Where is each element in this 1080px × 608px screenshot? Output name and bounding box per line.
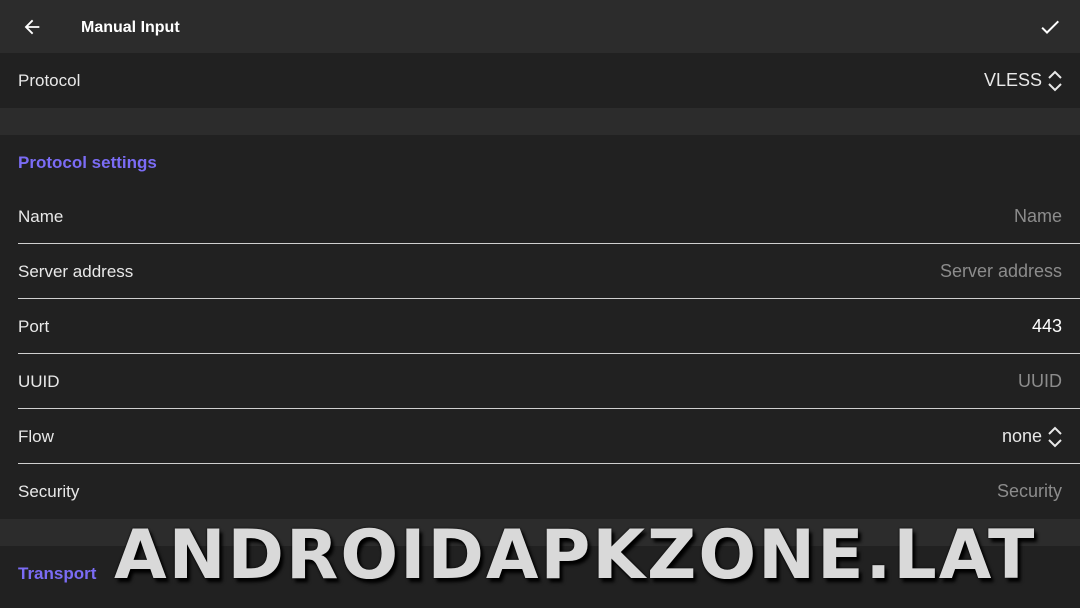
uuid-row[interactable]: UUID UUID [0,354,1080,409]
port-label: Port [18,317,50,336]
security-label: Security [18,482,80,501]
section-gap [0,519,1080,546]
back-button[interactable] [14,9,50,45]
protocol-value: VLESS [983,70,1042,90]
name-label: Name [18,207,64,226]
transport-header: Transport [0,546,1080,608]
protocol-settings-header: Protocol settings [0,135,1080,189]
server-address-label: Server address [18,262,134,281]
name-row[interactable]: Name Name [0,189,1080,244]
protocol-settings-title: Protocol settings [18,153,157,172]
uuid-label: UUID [18,372,60,391]
arrow-left-icon [24,19,40,35]
name-input[interactable]: Name [1014,189,1062,244]
server-address-input[interactable]: Server address [940,244,1062,299]
app-bar: Manual Input [0,0,1080,53]
security-row[interactable]: Security Security [0,464,1080,519]
section-gap [0,108,1080,135]
check-icon [1041,20,1059,34]
flow-row[interactable]: Flow none [0,409,1080,464]
flow-value: none [1001,426,1042,446]
unfold-icon [1048,70,1062,91]
flow-select[interactable]: none [1002,409,1064,464]
page-title: Manual Input [81,19,180,36]
protocol-select[interactable]: VLESS [984,53,1064,108]
protocol-row[interactable]: Protocol VLESS [0,53,1080,108]
confirm-button[interactable] [1032,9,1068,45]
uuid-input[interactable]: UUID [1018,354,1062,409]
server-address-row[interactable]: Server address Server address [0,244,1080,299]
port-row[interactable]: Port 443 [0,299,1080,354]
port-input[interactable]: 443 [1032,299,1062,354]
flow-label: Flow [18,427,54,446]
transport-title: Transport [18,564,97,583]
unfold-icon [1048,426,1062,447]
security-input[interactable]: Security [997,464,1062,519]
protocol-label: Protocol [18,71,81,90]
